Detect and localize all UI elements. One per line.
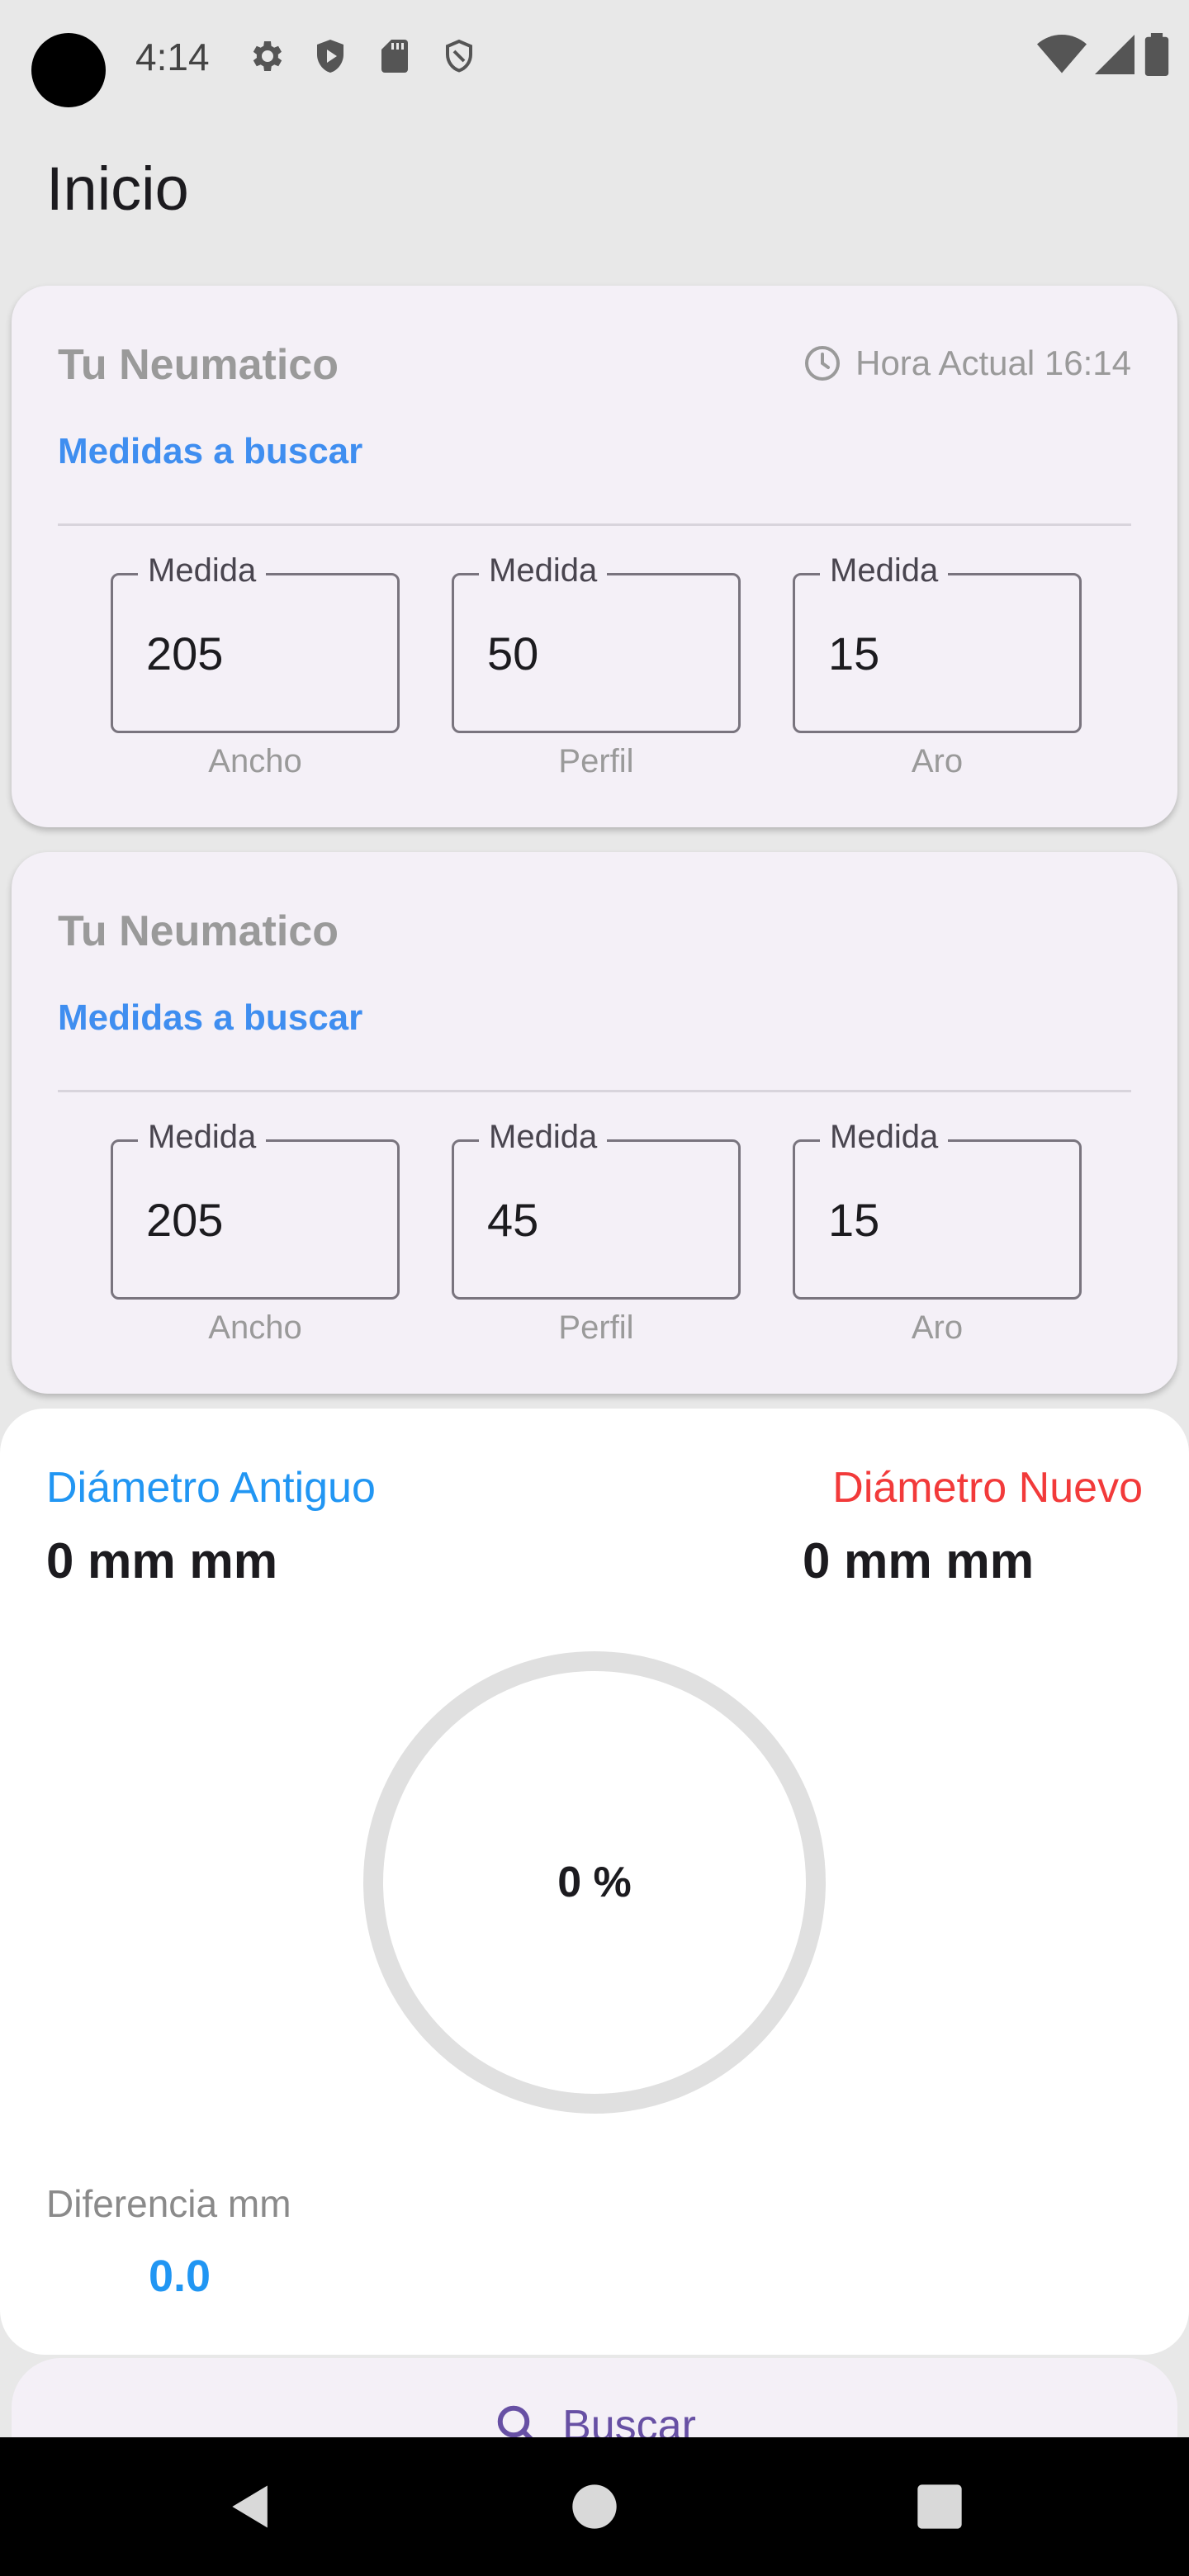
- system-nav-bar: [0, 2437, 1189, 2576]
- field-caption-perfil: Perfil: [558, 743, 634, 779]
- field-label: Medida: [479, 552, 608, 590]
- field-label: Medida: [479, 1119, 608, 1156]
- tire-card-old: Tu Neumatico Hora Actual 16:14 Medidas a…: [12, 286, 1177, 827]
- profile-input[interactable]: Medida 45: [452, 1119, 741, 1300]
- width-field-group: Medida 205 Ancho: [111, 552, 400, 780]
- rim-field-group: Medida 15 Aro: [793, 1119, 1082, 1347]
- field-caption-aro: Aro: [911, 743, 964, 779]
- card-title: Tu Neumatico: [58, 341, 339, 389]
- new-diameter-value: 0 mm mm: [803, 1533, 1035, 1589]
- settings-gear-icon: [253, 41, 282, 71]
- card-divider: [58, 1090, 1131, 1092]
- field-value: 15: [828, 627, 880, 680]
- status-bar: 4:14: [0, 0, 1189, 116]
- field-label: Medida: [138, 1119, 267, 1156]
- field-value: 50: [487, 627, 539, 680]
- rim-field-group: Medida 15 Aro: [793, 552, 1082, 780]
- field-label: Medida: [138, 552, 267, 590]
- profile-field-group: Medida 50 Perfil: [452, 552, 741, 780]
- width-input[interactable]: Medida 205: [111, 1119, 400, 1300]
- profile-field-group: Medida 45 Perfil: [452, 1119, 741, 1347]
- field-caption-perfil: Perfil: [558, 1309, 634, 1346]
- field-caption-ancho: Ancho: [208, 1309, 302, 1346]
- field-label: Medida: [820, 552, 949, 590]
- rim-input[interactable]: Medida 15: [793, 1119, 1082, 1300]
- difference-label: Diferencia mm: [46, 2182, 291, 2225]
- tire-card-new: Tu Neumatico Medidas a buscar Medida 205…: [12, 852, 1177, 1394]
- old-diameter-label: Diámetro Antiguo: [46, 1464, 376, 1512]
- card-subtitle: Medidas a buscar: [58, 997, 363, 1038]
- sd-card-icon: [381, 40, 408, 73]
- result-card: Diámetro Antiguo 0 mm mm Diámetro Nuevo …: [0, 1409, 1189, 2355]
- shield-outline-icon: [446, 39, 472, 73]
- status-time: 4:14: [135, 36, 210, 78]
- current-time: Hora Actual 16:14: [803, 343, 1131, 383]
- field-caption-aro: Aro: [911, 1309, 964, 1346]
- battery-icon: [1144, 33, 1169, 76]
- field-label: Medida: [820, 1119, 949, 1156]
- difference-value: 0.0: [149, 2252, 211, 2301]
- old-diameter-value: 0 mm mm: [46, 1533, 278, 1589]
- rim-input[interactable]: Medida 15: [793, 552, 1082, 733]
- recents-icon[interactable]: [913, 2479, 966, 2535]
- field-caption-ancho: Ancho: [208, 743, 302, 779]
- camera-cutout: [31, 33, 106, 107]
- card-subtitle: Medidas a buscar: [58, 431, 363, 471]
- field-value: 45: [487, 1194, 539, 1246]
- cell-signal-icon: [1095, 35, 1135, 74]
- current-time-text: Hora Actual 16:14: [855, 343, 1131, 382]
- width-field-group: Medida 205 Ancho: [111, 1119, 400, 1347]
- new-diameter-label: Diámetro Nuevo: [832, 1464, 1143, 1512]
- home-icon[interactable]: [568, 2479, 621, 2535]
- field-value: 15: [828, 1194, 880, 1246]
- shield-play-icon: [317, 40, 343, 73]
- card-divider: [58, 523, 1131, 526]
- back-icon[interactable]: [223, 2479, 279, 2535]
- field-value: 205: [146, 1194, 224, 1246]
- field-value: 205: [146, 627, 224, 680]
- page-title: Inicio: [46, 154, 189, 223]
- profile-input[interactable]: Medida 50: [452, 552, 741, 733]
- width-input[interactable]: Medida 205: [111, 552, 400, 733]
- clock-icon: [805, 346, 841, 381]
- percent-text: 0 %: [557, 1859, 632, 1906]
- card-title: Tu Neumatico: [58, 907, 339, 955]
- wifi-icon: [1037, 35, 1087, 73]
